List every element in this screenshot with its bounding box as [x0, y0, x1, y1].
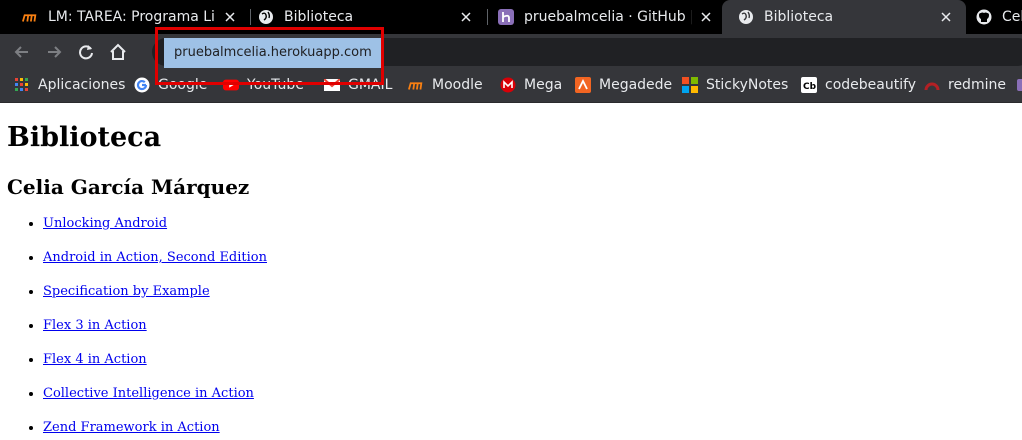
bookmark-stickynotes[interactable]: StickyNotes [682, 70, 788, 100]
list-item: Flex 4 in Action [43, 352, 267, 386]
bookmark-codebeautify[interactable]: Cb codebeautify [801, 70, 916, 100]
book-link[interactable]: Specification by Example [43, 284, 210, 299]
list-item: Flex 3 in Action [43, 318, 267, 352]
bookmarks-bar: Aplicaciones Google YouTube GMAIL Moodle… [0, 70, 1022, 103]
book-link[interactable]: Collective Intelligence in Action [43, 386, 254, 401]
bookmark-mega[interactable]: Mega [500, 70, 562, 100]
heroku-icon [498, 9, 514, 25]
book-link[interactable]: Zend Framework in Action [43, 420, 220, 435]
tab-title: LM: TAREA: Programa Libre [48, 9, 216, 25]
tab-pruebalmcelia-github[interactable]: pruebalmcelia · GitHub | He [476, 0, 726, 34]
page-title: Biblioteca [7, 122, 162, 153]
bookmark-overflow[interactable] [1014, 70, 1022, 100]
reload-icon [79, 45, 93, 60]
bookmark-moodle[interactable]: Moodle [408, 70, 483, 100]
book-link[interactable]: Flex 3 in Action [43, 318, 147, 333]
bookmark-label: redmine [948, 77, 1006, 93]
home-icon [110, 43, 126, 60]
author-heading: Celia García Márquez [7, 175, 250, 199]
list-item: Unlocking Android [43, 216, 267, 250]
bookmark-label: Megadede [599, 77, 673, 93]
book-link[interactable]: Unlocking Android [43, 216, 167, 231]
page-content: Biblioteca Celia García Márquez Unlockin… [0, 103, 1022, 440]
mega-icon [500, 77, 516, 93]
home-button[interactable] [104, 38, 132, 66]
moodle-icon [22, 9, 38, 25]
google-icon [134, 77, 150, 93]
browser-toolbar [0, 34, 1022, 70]
tab-biblioteca-active[interactable]: Biblioteca [722, 0, 966, 34]
tab-title: pruebalmcelia · GitHub | He [524, 9, 692, 25]
megadede-icon [575, 77, 591, 93]
arrow-right-icon [48, 46, 62, 58]
stickynotes-icon [682, 77, 698, 93]
arrow-left-icon [14, 46, 28, 58]
list-item: Collective Intelligence in Action [43, 386, 267, 420]
moodle-icon [408, 77, 424, 93]
bookmark-label: StickyNotes [706, 77, 789, 93]
book-link[interactable]: Flex 4 in Action [43, 352, 147, 367]
github-icon [976, 9, 992, 25]
tab-celi-github[interactable]: Celi [960, 0, 1022, 34]
forward-button[interactable] [40, 38, 68, 66]
tab-title: Biblioteca [764, 9, 834, 25]
list-item: Specification by Example [43, 284, 267, 318]
close-icon[interactable] [458, 9, 474, 25]
bookmark-aplicaciones[interactable]: Aplicaciones [14, 70, 125, 100]
globe-icon [258, 9, 274, 25]
list-item: Zend Framework in Action [43, 420, 267, 440]
tab-title: Biblioteca [284, 9, 354, 25]
svg-text:Cb: Cb [803, 82, 817, 92]
bookmark-label: Moodle [432, 77, 483, 93]
book-link[interactable]: Android in Action, Second Edition [43, 250, 267, 265]
back-button[interactable] [8, 38, 36, 66]
close-icon[interactable] [698, 9, 714, 25]
book-list: Unlocking Android Android in Action, Sec… [0, 216, 267, 440]
redmine-icon [924, 77, 940, 93]
reload-button[interactable] [72, 38, 100, 66]
globe-icon [738, 9, 754, 25]
bookmark-folder-icon [1014, 77, 1022, 93]
bookmark-label: codebeautify [825, 77, 917, 93]
apps-grid-icon [14, 77, 30, 93]
annotation-highlight-box [155, 27, 384, 85]
tab-title: Celi [1002, 9, 1022, 25]
close-icon[interactable] [938, 9, 954, 25]
bookmark-label: Aplicaciones [38, 77, 126, 93]
bookmark-megadede[interactable]: Megadede [575, 70, 672, 100]
codebeautify-icon: Cb [801, 77, 817, 93]
bookmark-redmine[interactable]: redmine [924, 70, 1006, 100]
tab-strip: LM: TAREA: Programa Libre Biblioteca pru… [0, 0, 1022, 34]
list-item: Android in Action, Second Edition [43, 250, 267, 284]
bookmark-label: Mega [524, 77, 563, 93]
